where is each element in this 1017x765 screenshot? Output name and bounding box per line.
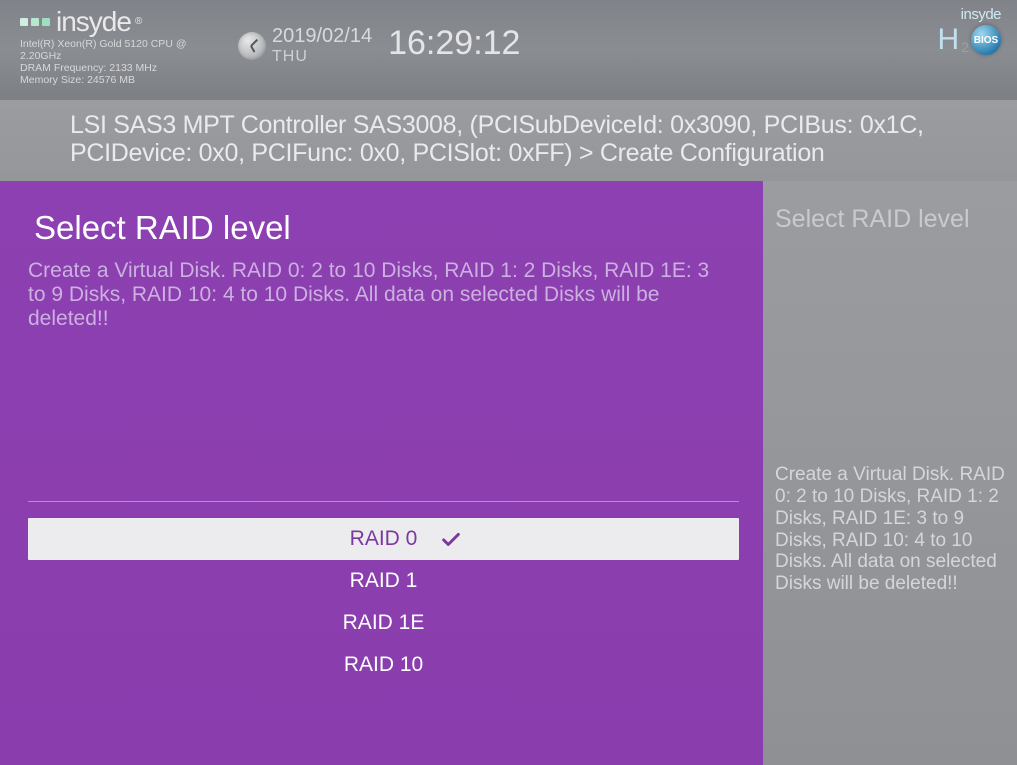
brand-block: insyde ® Intel(R) Xeon(R) Gold 5120 CPU @… [20, 8, 220, 86]
header: insyde ® Intel(R) Xeon(R) Gold 5120 CPU @… [0, 0, 1017, 100]
help-title: Select RAID level [775, 205, 1005, 234]
main: Select RAID level Create a Virtual Disk.… [0, 181, 1017, 765]
panel-description: Create a Virtual Disk. RAID 0: 2 to 10 D… [28, 255, 728, 331]
raid-option-10[interactable]: RAID 10 [28, 644, 739, 686]
brand-squares-icon [20, 18, 50, 26]
system-info: Intel(R) Xeon(R) Gold 5120 CPU @ 2.20GHz… [20, 38, 220, 86]
raid-option-1e[interactable]: RAID 1E [28, 602, 739, 644]
raid-option-0[interactable]: RAID 0 [28, 518, 739, 560]
raid-option-label: RAID 0 [339, 527, 429, 551]
day-text: THU [272, 48, 372, 66]
bios-logo: insyde H 2 BIOS [938, 6, 1001, 57]
raid-option-label: RAID 1E [339, 611, 429, 635]
date-text: 2019/02/14 [272, 26, 372, 46]
help-description: Create a Virtual Disk. RAID 0: 2 to 10 D… [775, 464, 1005, 595]
memory-info: Memory Size: 24576 MB [20, 74, 220, 86]
brand-logo: insyde ® [20, 8, 220, 36]
check-icon [440, 528, 462, 550]
bios-badge-text: BIOS [974, 35, 998, 46]
h2o-o-badge: BIOS [971, 25, 1001, 55]
h2o-h: H [938, 23, 960, 57]
h2o-2: 2 [961, 39, 969, 55]
h2o-icon: H 2 BIOS [938, 23, 1001, 57]
raid-option-1[interactable]: RAID 1 [28, 560, 739, 602]
right-panel: Select RAID level Create a Virtual Disk.… [763, 181, 1017, 765]
registered-icon: ® [135, 17, 141, 27]
left-panel: Select RAID level Create a Virtual Disk.… [0, 181, 763, 765]
raid-option-label: RAID 10 [339, 653, 429, 677]
cpu-info: Intel(R) Xeon(R) Gold 5120 CPU @ 2.20GHz [20, 38, 220, 62]
date-stack: 2019/02/14 THU [272, 26, 372, 66]
raid-options: RAID 0 RAID 1 RAID 1E RAID 10 [28, 518, 739, 686]
brand-name: insyde [56, 8, 131, 36]
clock-icon [238, 32, 266, 60]
breadcrumb: LSI SAS3 MPT Controller SAS3008, (PCISub… [0, 100, 1017, 181]
time-text: 16:29:12 [388, 26, 520, 60]
dram-info: DRAM Frequency: 2133 MHz [20, 62, 220, 74]
clock-block: 2019/02/14 THU 16:29:12 [238, 26, 520, 66]
divider [28, 501, 739, 502]
panel-title: Select RAID level [28, 205, 739, 255]
raid-option-label: RAID 1 [339, 569, 429, 593]
bios-brand: insyde [938, 6, 1001, 23]
